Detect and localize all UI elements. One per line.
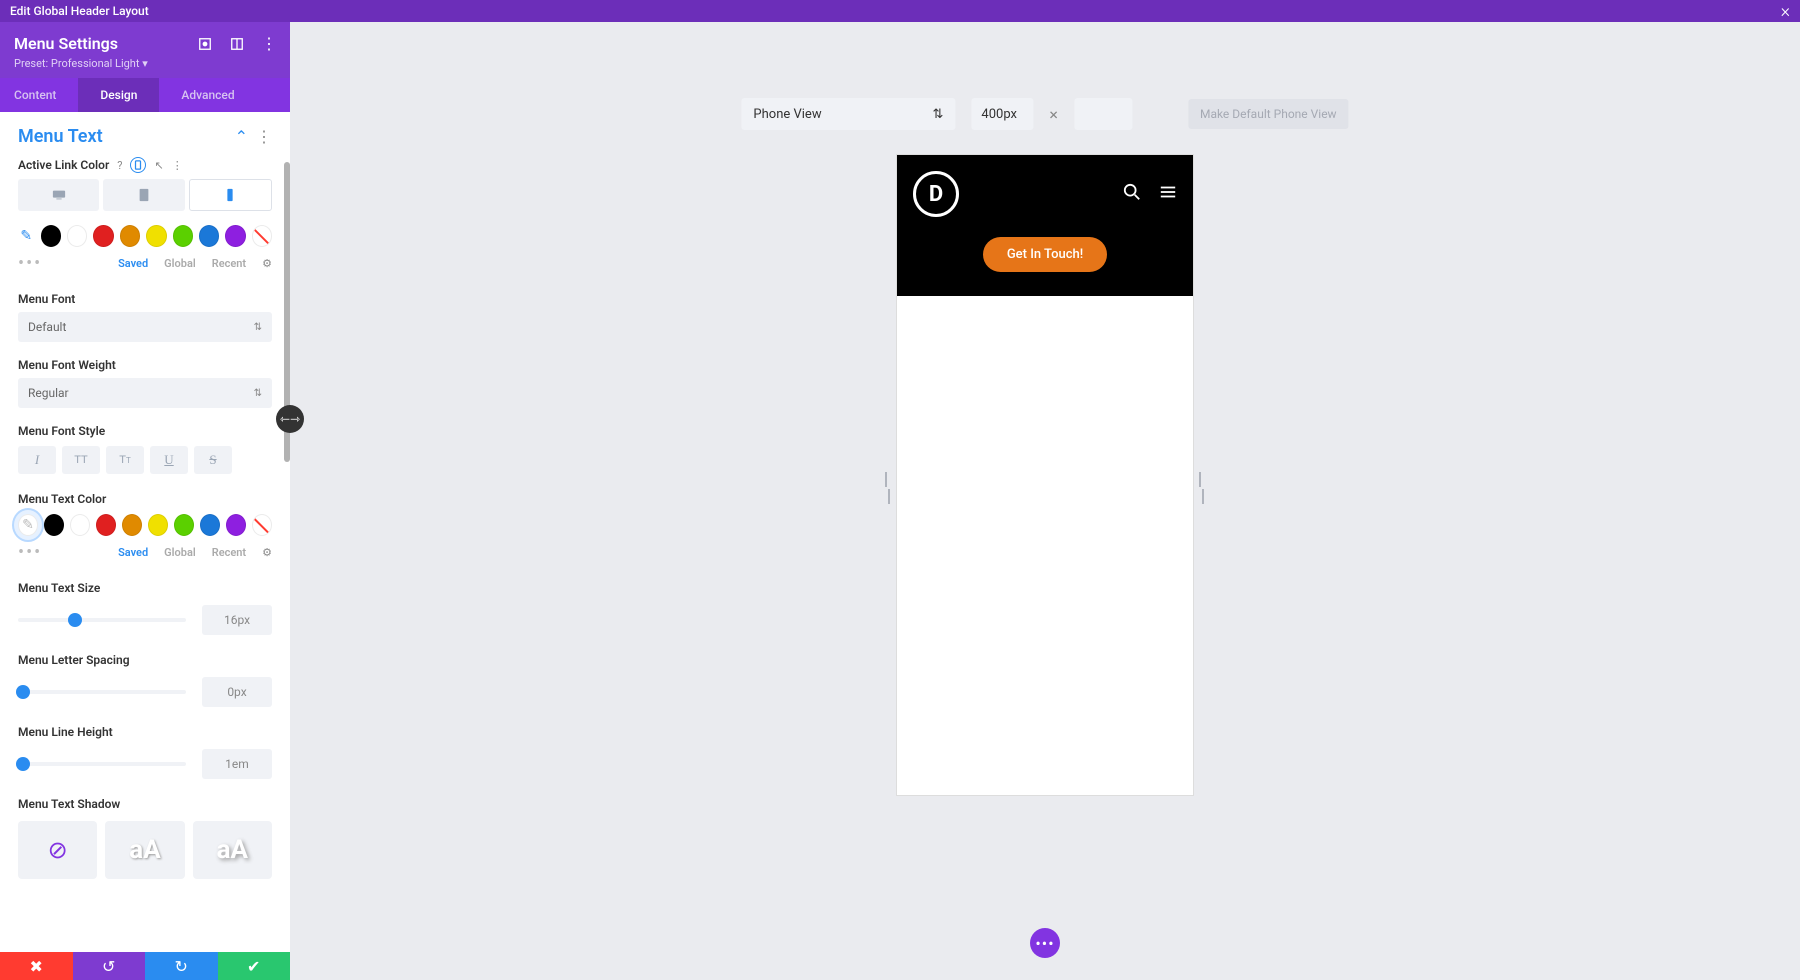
color-red[interactable] xyxy=(96,514,116,536)
color-black[interactable] xyxy=(44,514,64,536)
more-colors-icon[interactable]: ••• xyxy=(18,542,42,563)
device-phone[interactable] xyxy=(189,179,272,211)
color-none[interactable] xyxy=(252,225,272,247)
text-size-slider[interactable] xyxy=(18,618,186,622)
palette-recent[interactable]: Recent xyxy=(212,546,246,559)
hover-icon[interactable]: ↖ xyxy=(154,159,163,172)
letter-spacing-slider[interactable] xyxy=(18,690,186,694)
help-icon[interactable]: ? xyxy=(117,159,122,172)
field-vdots-icon[interactable]: ⋮ xyxy=(172,159,183,172)
undo-button[interactable]: ↺ xyxy=(73,952,146,980)
hamburger-icon[interactable] xyxy=(1159,183,1177,205)
section-vdots-icon[interactable]: ⋮ xyxy=(256,127,272,146)
collapse-icon[interactable]: ⌃ xyxy=(235,127,248,146)
menu-text-size-label: Menu Text Size xyxy=(18,581,272,595)
make-default-button[interactable]: Make Default Phone View xyxy=(1188,99,1349,129)
menu-text-color-palette: ✎ xyxy=(18,514,272,536)
palette-saved[interactable]: Saved xyxy=(118,257,148,270)
style-underline[interactable]: U xyxy=(150,446,188,474)
shadow-option-1[interactable]: aA xyxy=(105,821,184,879)
menu-font-weight-select[interactable]: Regular⇅ xyxy=(18,378,272,408)
menu-line-height-label: Menu Line Height xyxy=(18,725,272,739)
palette-global[interactable]: Global xyxy=(164,546,196,559)
close-icon[interactable]: × xyxy=(1781,1,1790,22)
cancel-button[interactable]: ✖ xyxy=(0,952,73,980)
viewport-resize-left[interactable] xyxy=(885,472,891,504)
menu-font-label: Menu Font xyxy=(18,292,272,306)
tab-design[interactable]: Design xyxy=(78,78,159,112)
save-button[interactable]: ✔ xyxy=(218,952,291,980)
vdots-icon[interactable]: ⋮ xyxy=(262,37,276,51)
color-blue[interactable] xyxy=(199,225,219,247)
settings-sidebar: Menu Settings ⋮ Preset: Professional Lig… xyxy=(0,22,290,980)
panel-title: Menu Settings xyxy=(14,34,118,53)
more-colors-icon[interactable]: ••• xyxy=(18,253,42,274)
phone-preview: D Get In Touch! xyxy=(897,155,1193,795)
palette-saved[interactable]: Saved xyxy=(118,546,148,559)
style-smallcaps[interactable]: TT xyxy=(106,446,144,474)
color-blue[interactable] xyxy=(200,514,220,536)
color-yellow[interactable] xyxy=(148,514,168,536)
color-purple[interactable] xyxy=(225,225,245,247)
menu-text-shadow-label: Menu Text Shadow xyxy=(18,797,272,811)
device-desktop[interactable] xyxy=(18,179,99,211)
color-yellow[interactable] xyxy=(146,225,166,247)
gear-icon[interactable]: ⚙ xyxy=(262,257,272,270)
menu-font-style-label: Menu Font Style xyxy=(18,424,272,438)
viewport-width-input[interactable]: 400px xyxy=(971,98,1033,130)
text-size-value[interactable]: 16px xyxy=(202,605,272,635)
eyedropper-icon[interactable]: ✎ xyxy=(18,228,35,244)
menu-font-select[interactable]: Default⇅ xyxy=(18,312,272,342)
style-strike[interactable]: S xyxy=(194,446,232,474)
line-height-slider[interactable] xyxy=(18,762,186,766)
cta-button[interactable]: Get In Touch! xyxy=(983,237,1107,272)
color-orange[interactable] xyxy=(122,514,142,536)
color-black[interactable] xyxy=(41,225,61,247)
eyedropper-selected-icon[interactable]: ✎ xyxy=(18,514,38,536)
tab-advanced[interactable]: Advanced xyxy=(159,78,256,112)
palette-recent[interactable]: Recent xyxy=(212,257,246,270)
gear-icon[interactable]: ⚙ xyxy=(262,546,272,559)
letter-spacing-value[interactable]: 0px xyxy=(202,677,272,707)
section-title: Menu Text xyxy=(18,126,103,147)
color-none[interactable] xyxy=(252,514,272,536)
palette-global[interactable]: Global xyxy=(164,257,196,270)
site-logo[interactable]: D xyxy=(913,171,959,217)
color-white[interactable] xyxy=(70,514,90,536)
color-white[interactable] xyxy=(67,225,87,247)
color-green[interactable] xyxy=(174,514,194,536)
responsive-icon[interactable] xyxy=(130,157,146,173)
tab-content[interactable]: Content xyxy=(0,78,78,112)
shadow-option-2[interactable]: aA xyxy=(193,821,272,879)
color-orange[interactable] xyxy=(120,225,140,247)
focus-icon[interactable] xyxy=(198,37,212,51)
viewport-height-input[interactable] xyxy=(1074,98,1132,130)
preset-label[interactable]: Preset: Professional Light ▾ xyxy=(14,57,276,70)
style-italic[interactable]: I xyxy=(18,446,56,474)
active-link-color-label: Active Link Color xyxy=(18,158,109,172)
line-height-value[interactable]: 1em xyxy=(202,749,272,779)
shadow-none[interactable]: ⊘ xyxy=(18,821,97,879)
view-mode-select[interactable]: Phone View⇅ xyxy=(741,98,955,130)
redo-button[interactable]: ↻ xyxy=(145,952,218,980)
floating-actions-button[interactable]: ••• xyxy=(1030,928,1060,958)
color-green[interactable] xyxy=(173,225,193,247)
menu-letter-spacing-label: Menu Letter Spacing xyxy=(18,653,272,667)
device-tablet[interactable] xyxy=(103,179,184,211)
color-purple[interactable] xyxy=(226,514,246,536)
menu-font-weight-label: Menu Font Weight xyxy=(18,358,272,372)
color-red[interactable] xyxy=(93,225,113,247)
dimension-separator: × xyxy=(1049,105,1058,124)
search-icon[interactable] xyxy=(1123,183,1141,205)
active-link-color-palette: ✎ xyxy=(18,225,272,247)
window-title: Edit Global Header Layout xyxy=(10,4,149,18)
style-uppercase[interactable]: TT xyxy=(62,446,100,474)
layout-icon[interactable] xyxy=(230,37,244,51)
viewport-resize-right[interactable] xyxy=(1199,472,1205,504)
menu-text-color-label: Menu Text Color xyxy=(18,492,272,506)
